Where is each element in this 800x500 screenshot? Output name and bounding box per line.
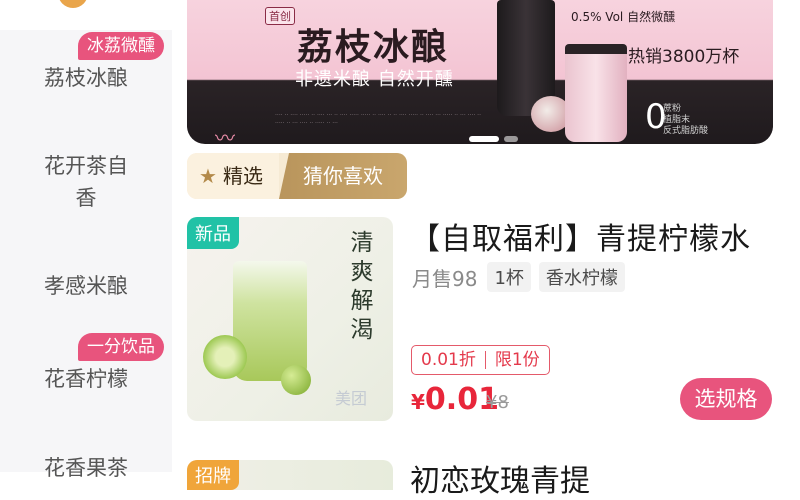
banner-tag: 首创 [265, 7, 295, 25]
carousel-indicator [469, 128, 523, 144]
carousel-dot-active[interactable] [469, 135, 499, 142]
carousel-dot[interactable] [504, 135, 518, 142]
product-chip: 1杯 [487, 262, 531, 292]
sidebar-badge: 冰荔微醺 [78, 32, 164, 60]
zero-note: 植脂末 [663, 115, 691, 125]
banner-subtitle: 非遗米酿 自然开醺 [295, 69, 454, 90]
sidebar-item-label: 荔枝冰酿 [44, 66, 128, 90]
banner-title: 荔枝冰酿 [297, 27, 450, 68]
promo-tag: 0.01折 限1份 [411, 345, 550, 375]
sidebar-item-flower-tea[interactable]: 花开茶自香 [0, 150, 172, 220]
signature-badge: 招牌 [187, 460, 239, 490]
sidebar-item-lychee[interactable]: 冰荔微醺 荔枝冰酿 [0, 30, 172, 145]
sidebar-top [0, 0, 172, 30]
banner-fine-print: ···· ·· ···· ····· ·· ···· ··· ·· ···· ·… [275, 112, 481, 127]
monthly-sales: 月售98 [412, 266, 478, 291]
banner-sales-note: 热销3800万杯 [628, 47, 740, 67]
product-image[interactable]: 招牌 [187, 460, 393, 490]
sidebar-item-label: 花香果茶 [44, 456, 128, 480]
mustache-logo-icon: 〰 [215, 126, 235, 144]
drink-cup-image [565, 44, 627, 142]
tab-guess-you-like[interactable]: 猜你喜欢 [279, 153, 407, 199]
zero-note: 反式脂肪酸 [663, 126, 709, 136]
product-title[interactable]: 初恋玫瑰青提 [410, 456, 590, 500]
watermark-logo: 美团 [335, 389, 368, 408]
star-icon: ★ [199, 164, 217, 188]
banner-volume-note: 0.5% Vol 自然微醺 [571, 10, 676, 24]
tab-featured[interactable]: ★ 精选 [187, 153, 279, 199]
original-price: ¥8 [486, 392, 509, 413]
tab-label: 猜你喜欢 [303, 164, 383, 188]
zero-note: 蔗粉 [663, 104, 682, 114]
select-spec-button[interactable]: 选规格 [680, 378, 772, 420]
product-chip: 香水柠檬 [538, 262, 625, 292]
sidebar-item-label: 花开茶自香 [44, 154, 128, 210]
discount-label: 0.01折 [421, 350, 476, 370]
category-icon [58, 0, 88, 8]
sidebar-item-lemon[interactable]: 一分饮品 花香柠檬 [0, 333, 172, 413]
grape-image [281, 365, 311, 395]
product-slogan: 清爽解渴 [350, 230, 374, 343]
sidebar-badge: 一分饮品 [78, 333, 164, 361]
sidebar-item-fruit-tea[interactable]: 花香果茶 [0, 452, 172, 486]
promo-banner[interactable]: 首创 荔枝冰酿 非遗米酿 自然开醺 0.5% Vol 自然微醺 热销3800万杯… [187, 0, 773, 144]
limit-label: 限1份 [494, 350, 540, 370]
sidebar-item-rice-wine[interactable]: 孝感米酿 [0, 270, 172, 304]
sidebar-item-label: 孝感米酿 [44, 274, 128, 298]
product-image[interactable]: 清爽解渴 美团 新品 [187, 217, 393, 421]
category-sidebar: 冰荔微醺 荔枝冰酿 花开茶自香 孝感米酿 一分饮品 花香柠檬 花香果茶 [0, 0, 172, 480]
product-title[interactable]: 【自取福利】青提柠檬水 [410, 214, 751, 258]
filter-tabs: ★ 精选 猜你喜欢 [187, 153, 407, 199]
currency-symbol: ¥ [411, 390, 425, 414]
sidebar-item-label: 花香柠檬 [44, 367, 128, 391]
tab-label: 精选 [223, 164, 263, 188]
lime-image [203, 335, 247, 379]
zero-additive-notes: 蔗粉 植脂末 反式脂肪酸 [663, 104, 708, 137]
product-meta: 月售98 1杯 香水柠檬 [412, 262, 633, 292]
new-badge: 新品 [187, 217, 239, 249]
